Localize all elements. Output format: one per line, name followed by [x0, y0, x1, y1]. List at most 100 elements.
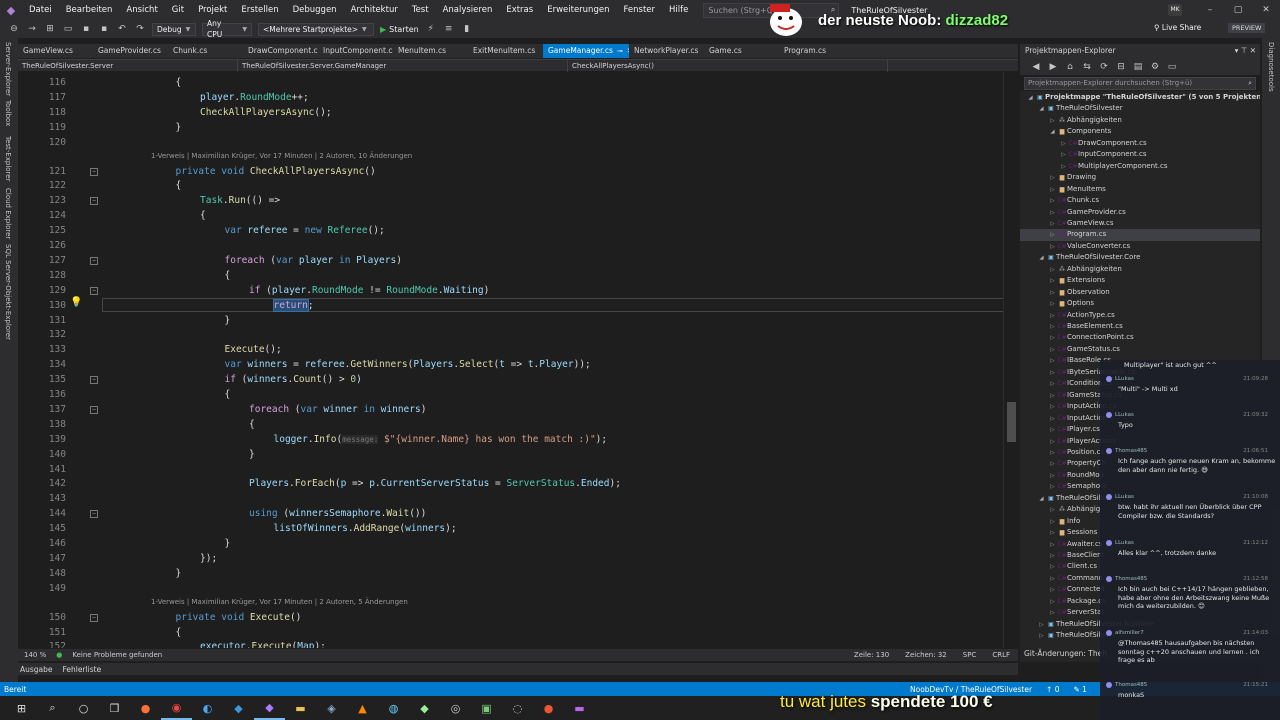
fold-toggle-icon[interactable]: − [90, 376, 98, 385]
minimize-icon[interactable]: – [1196, 0, 1224, 20]
bookmark-icon[interactable]: ▮ [461, 24, 473, 34]
tree-folder[interactable]: ▷ ▆ Observation [1048, 287, 1109, 298]
solution-explorer-search[interactable]: Projektmappen-Explorer durchsuchen (Strg… [1024, 77, 1256, 90]
edge-icon[interactable]: ◐ [192, 696, 223, 720]
tree-file[interactable]: ▷ C#BaseElement.cs [1048, 321, 1122, 332]
tree-file[interactable]: ▷ C#Connected [1048, 584, 1104, 595]
tree-project[interactable]: ◢ ▣ TheRuleOfSilvester [1037, 103, 1122, 115]
pin-icon[interactable]: ⊤ [1241, 46, 1248, 55]
app-icon[interactable]: ▣ [471, 696, 502, 720]
tab-inputcomponent-cs[interactable]: InputComponent.cs [318, 44, 393, 58]
undo-icon[interactable]: ↶ [116, 24, 128, 34]
start-button[interactable]: ▶ Starten [380, 25, 419, 34]
tree-project[interactable]: ▷ ▣ TheRuleOfSilve [1037, 630, 1109, 641]
tree-file[interactable]: ▷ C#Program.cs [1020, 229, 1260, 241]
server-explorer-tab[interactable]: Server-Explorer [4, 42, 12, 96]
fold-toggle-icon[interactable]: − [90, 167, 98, 176]
tree-project[interactable]: ◢ ▣ Projektmappe "TheRuleOfSilvester" (5 v… [1026, 92, 1260, 103]
tree-file[interactable]: ▷ C#GameProvider.cs [1048, 207, 1125, 218]
explorer-icon[interactable]: ▬ [285, 696, 316, 720]
show-all-files-icon[interactable]: ▤ [1132, 62, 1144, 72]
test-explorer-tab[interactable]: Test-Explorer [4, 136, 12, 181]
fold-toggle-icon[interactable]: − [90, 405, 98, 414]
tree-file[interactable]: ▷ C#ConnectionPoint.cs [1048, 332, 1133, 343]
tree-folder[interactable]: ▷ ▆ Sessions [1048, 527, 1097, 538]
menu-ansicht[interactable]: Ansicht [119, 0, 164, 20]
platform-dropdown[interactable]: Any CPU ▼ [202, 19, 252, 39]
dropdown-icon[interactable]: ▾ [1235, 46, 1239, 55]
sql-explorer-tab[interactable]: SQL Server-Objekt-Explorer [4, 244, 12, 340]
app-icon[interactable]: ◍ [378, 696, 409, 720]
cloud-explorer-tab[interactable]: Cloud Explorer [4, 188, 12, 239]
menu-debuggen[interactable]: Debuggen [286, 0, 344, 20]
collapse-all-icon[interactable]: ⊟ [1115, 62, 1127, 72]
app-icon[interactable]: ◆ [409, 696, 440, 720]
tab-output[interactable]: Ausgabe [20, 665, 53, 674]
app-icon[interactable]: ◎ [440, 696, 471, 720]
line-ending-status[interactable]: CRLF [992, 651, 1010, 659]
tree-file[interactable]: ▷ C#GameStatus.cs [1048, 344, 1120, 355]
vlc-icon[interactable]: ▲ [347, 696, 378, 720]
expanded-arrow-icon[interactable]: ◢ [1037, 104, 1046, 115]
menu-fenster[interactable]: Fenster [616, 0, 662, 20]
code-editor[interactable]: 💡 116{117 player.RoundMode++; 118 CheckAllP… [18, 72, 1012, 648]
tab-drawcomponent-cs[interactable]: DrawComponent.cs [243, 44, 318, 58]
tree-project[interactable]: ◢ ▣ TheRuleOfSilvester.Core [1037, 252, 1140, 263]
expanded-arrow-icon[interactable]: ◢ [1026, 93, 1035, 104]
tree-file[interactable]: ▷ ⁂ Abhängig [1048, 504, 1100, 515]
fold-toggle-icon[interactable]: − [90, 256, 98, 265]
cortana-icon[interactable]: ○ [68, 696, 99, 720]
tree-file[interactable]: ▷ C#Client.cs [1048, 561, 1097, 572]
collapsed-arrow-icon[interactable]: ▷ [1037, 631, 1046, 642]
properties-icon[interactable]: ⚙ [1149, 62, 1161, 72]
vscode-icon[interactable]: ◆ [223, 696, 254, 720]
maximize-icon[interactable]: ▢ [1224, 0, 1252, 20]
avatar[interactable]: MK [1168, 4, 1182, 16]
open-icon[interactable]: ▭ [62, 24, 74, 34]
live-share-button[interactable]: ⚲ Live Share [1154, 23, 1201, 32]
tab-exitmenuitem-cs[interactable]: ExitMenuItem.cs [468, 44, 543, 58]
tree-file[interactable]: ▷ C#Semaphore [1048, 481, 1107, 492]
tree-file[interactable]: ▷ C#DrawComponent.cs [1059, 138, 1146, 149]
tree-file[interactable]: ▷ ⁂ Abhängigkeiten [1048, 115, 1121, 126]
tab-program-cs[interactable]: Program.cs [779, 44, 854, 58]
chrome-icon[interactable]: ◉ [161, 696, 192, 720]
tree-folder[interactable]: ▷ ▆ Info [1048, 516, 1080, 527]
menu-bearbeiten[interactable]: Bearbeiten [59, 0, 120, 20]
tree-file[interactable]: ▷ C#Package.cs [1048, 596, 1105, 607]
tree-file[interactable]: ▷ C#BaseClient [1048, 550, 1104, 561]
menu-erweiterungen[interactable]: Erweiterungen [540, 0, 616, 20]
configuration-dropdown[interactable]: Debug ▼ [152, 22, 196, 36]
pencil-count[interactable]: ✎ 1 [1074, 685, 1087, 694]
tree-file[interactable]: ▷ C#PropertyCh [1048, 458, 1106, 469]
member-dropdown[interactable]: CheckAllPlayersAsync() [568, 59, 888, 72]
menu-datei[interactable]: Datei [22, 0, 59, 20]
menu-erstellen[interactable]: Erstellen [234, 0, 285, 20]
tree-file[interactable]: ▷ C#ValueConverter.cs [1048, 241, 1130, 252]
menu-projekt[interactable]: Projekt [191, 0, 234, 20]
visual-studio-icon[interactable]: ◆ [254, 696, 285, 720]
class-dropdown[interactable]: TheRuleOfSilvester.Server.GameManager [238, 59, 568, 72]
close-icon[interactable]: ✕ [1250, 46, 1256, 55]
push-count[interactable]: ↑ 0 [1046, 685, 1059, 694]
git-changes-tab[interactable]: Git-Änderungen: TheR [1024, 649, 1107, 658]
startup-project-dropdown[interactable]: <Mehrere Startprojekte> ▼ [258, 22, 374, 36]
menu-test[interactable]: Test [405, 0, 436, 20]
zoom-level[interactable]: 140 % [24, 651, 46, 659]
code-lens[interactable]: 1-Verweis | Maximilian Krüger, Vor 17 Mi… [151, 152, 412, 164]
menu-analysieren[interactable]: Analysieren [436, 0, 500, 20]
code-lens[interactable]: 1-Verweis | Maximilian Krüger, Vor 17 Mi… [151, 598, 408, 610]
tab-gamemanager-cs[interactable]: GameManager.cs⊸✕ [543, 44, 629, 58]
menu-extras[interactable]: Extras [499, 0, 540, 20]
tree-file[interactable]: ▷ C#Chunk.cs [1048, 195, 1099, 206]
comment-icon[interactable]: ≡ [443, 24, 455, 34]
tree-file[interactable]: ▷ C#GameView.cs [1048, 218, 1113, 229]
tree-file[interactable]: ▷ ⁂ Abhängigkeiten [1048, 264, 1121, 275]
tab-chunk-cs[interactable]: Chunk.cs [168, 44, 243, 58]
toolbox-tab[interactable]: Toolbox [4, 100, 12, 126]
tree-folder[interactable]: ▷ ▆ Options [1048, 298, 1094, 309]
tree-folder[interactable]: ▷ ▆ Extensions [1048, 275, 1105, 286]
tab-error-list[interactable]: Fehlerliste [63, 665, 102, 674]
home-icon[interactable]: ⌂ [1064, 62, 1076, 72]
tree-project[interactable]: ◢ ▣ TheRuleOfSilve [1037, 493, 1109, 504]
